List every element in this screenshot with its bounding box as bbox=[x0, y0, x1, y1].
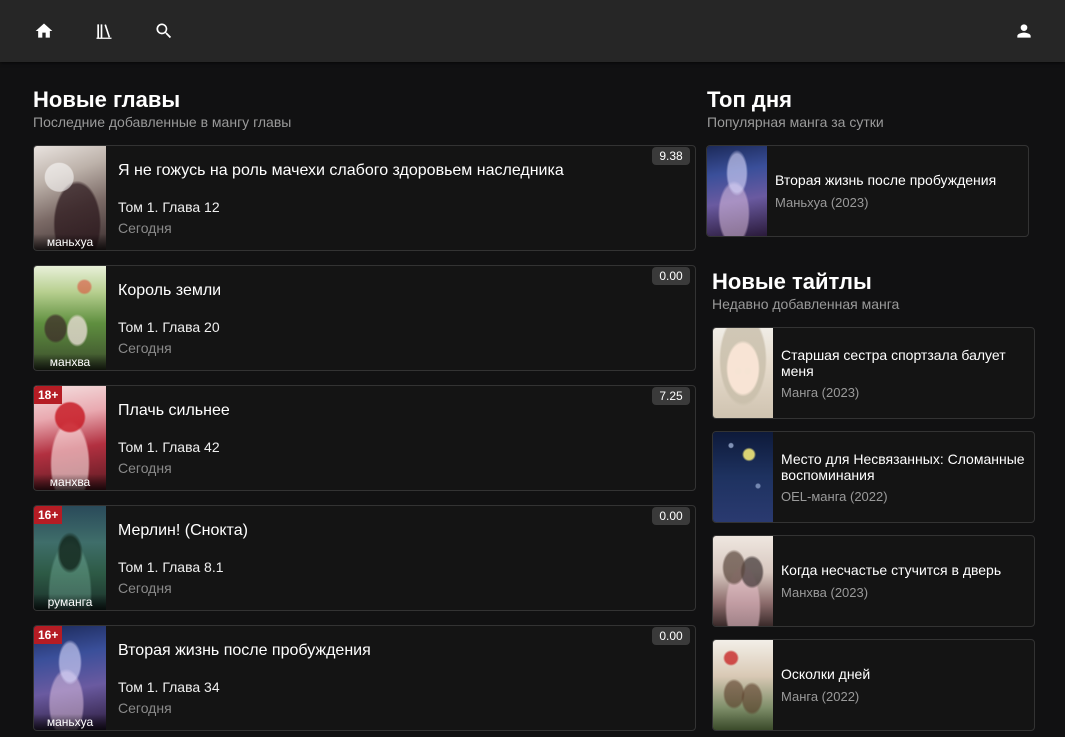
manga-title[interactable]: Осколки дней bbox=[781, 666, 1031, 682]
home-icon[interactable] bbox=[33, 20, 55, 42]
manga-meta: Манхва (2023) bbox=[781, 585, 869, 600]
chapter-date: Сегодня bbox=[118, 460, 172, 476]
new-title-card[interactable]: Место для Несвязанных: Сломанные воспоми… bbox=[712, 431, 1035, 523]
new-chapters-subtitle: Последние добавленные в мангу главы bbox=[33, 114, 292, 130]
manga-title[interactable]: Вторая жизнь после пробуждения bbox=[775, 172, 996, 188]
manga-title[interactable]: Мерлин! (Снокта) bbox=[118, 522, 248, 540]
manga-title[interactable]: Когда несчастье стучится в дверь bbox=[781, 562, 1031, 578]
chapter-number[interactable]: Том 1. Глава 34 bbox=[118, 679, 220, 695]
chapter-number[interactable]: Том 1. Глава 12 bbox=[118, 199, 220, 215]
chapter-date: Сегодня bbox=[118, 340, 172, 356]
chapter-card[interactable]: 16+ маньхуа Вторая жизнь после пробужден… bbox=[33, 625, 696, 731]
chapter-date: Сегодня bbox=[118, 220, 172, 236]
cover-image[interactable] bbox=[707, 146, 767, 236]
chapter-number[interactable]: Том 1. Глава 42 bbox=[118, 439, 220, 455]
top-navigation-bar bbox=[0, 0, 1065, 62]
chapter-card[interactable]: манхва Король земли Том 1. Глава 20 Сего… bbox=[33, 265, 696, 371]
new-title-card[interactable]: Осколки дней Манга (2022) bbox=[712, 639, 1035, 731]
type-label: руманга bbox=[34, 594, 106, 610]
type-label: маньхуа bbox=[34, 234, 106, 250]
search-icon[interactable] bbox=[153, 20, 175, 42]
chapter-card[interactable]: 16+ руманга Мерлин! (Снокта) Том 1. Глав… bbox=[33, 505, 696, 611]
cover-image[interactable] bbox=[713, 536, 773, 626]
age-rating-badge: 18+ bbox=[34, 386, 63, 404]
new-titles-heading: Новые тайтлы bbox=[712, 269, 872, 294]
account-icon[interactable] bbox=[1013, 20, 1035, 42]
chapter-number[interactable]: Том 1. Глава 20 bbox=[118, 319, 220, 335]
cover-image[interactable]: 16+ руманга bbox=[34, 506, 106, 610]
cover-image[interactable] bbox=[713, 432, 773, 522]
manga-meta: Манга (2022) bbox=[781, 689, 860, 704]
rating-badge: 0.00 bbox=[652, 627, 690, 645]
age-rating-badge: 16+ bbox=[34, 506, 63, 524]
rating-badge: 0.00 bbox=[652, 507, 690, 525]
chapter-card[interactable]: маньхуа Я не гожусь на роль мачехи слабо… bbox=[33, 145, 696, 251]
chapter-number[interactable]: Том 1. Глава 8.1 bbox=[118, 559, 224, 575]
rating-badge: 0.00 bbox=[652, 267, 690, 285]
new-chapters-heading: Новые главы bbox=[33, 87, 181, 112]
rating-badge: 9.38 bbox=[652, 147, 690, 165]
top-day-subtitle: Популярная манга за сутки bbox=[707, 114, 884, 130]
manga-title[interactable]: Место для Несвязанных: Сломанные воспоми… bbox=[781, 451, 1031, 483]
cover-image[interactable] bbox=[713, 328, 773, 418]
manga-title[interactable]: Король земли bbox=[118, 282, 221, 300]
type-label: манхва bbox=[34, 354, 106, 370]
chapter-card[interactable]: 18+ манхва Плачь сильнее Том 1. Глава 42… bbox=[33, 385, 696, 491]
top-day-heading: Топ дня bbox=[707, 87, 792, 112]
cover-image[interactable]: манхва bbox=[34, 266, 106, 370]
chapter-date: Сегодня bbox=[118, 700, 172, 716]
manga-meta: Манга (2023) bbox=[781, 385, 860, 400]
new-title-card[interactable]: Старшая сестра спортзала балует меня Ман… bbox=[712, 327, 1035, 419]
new-title-card[interactable]: Когда несчастье стучится в дверь Манхва … bbox=[712, 535, 1035, 627]
type-label: маньхуа bbox=[34, 714, 106, 730]
top-day-card[interactable]: Вторая жизнь после пробуждения Маньхуа (… bbox=[706, 145, 1029, 237]
cover-image[interactable] bbox=[713, 640, 773, 730]
manga-meta: Маньхуа (2023) bbox=[775, 195, 869, 210]
manga-title[interactable]: Вторая жизнь после пробуждения bbox=[118, 642, 371, 660]
manga-meta: OEL-манга (2022) bbox=[781, 489, 888, 504]
new-titles-subtitle: Недавно добавленная манга bbox=[712, 296, 900, 312]
cover-image[interactable]: маньхуа bbox=[34, 146, 106, 250]
cover-image[interactable]: 16+ маньхуа bbox=[34, 626, 106, 730]
age-rating-badge: 16+ bbox=[34, 626, 63, 644]
type-label: манхва bbox=[34, 474, 106, 490]
chapter-date: Сегодня bbox=[118, 580, 172, 596]
manga-title[interactable]: Плачь сильнее bbox=[118, 402, 230, 420]
cover-image[interactable]: 18+ манхва bbox=[34, 386, 106, 490]
library-icon[interactable] bbox=[93, 20, 115, 42]
rating-badge: 7.25 bbox=[652, 387, 690, 405]
manga-title[interactable]: Я не гожусь на роль мачехи слабого здоро… bbox=[118, 162, 564, 180]
manga-title[interactable]: Старшая сестра спортзала балует меня bbox=[781, 347, 1031, 379]
